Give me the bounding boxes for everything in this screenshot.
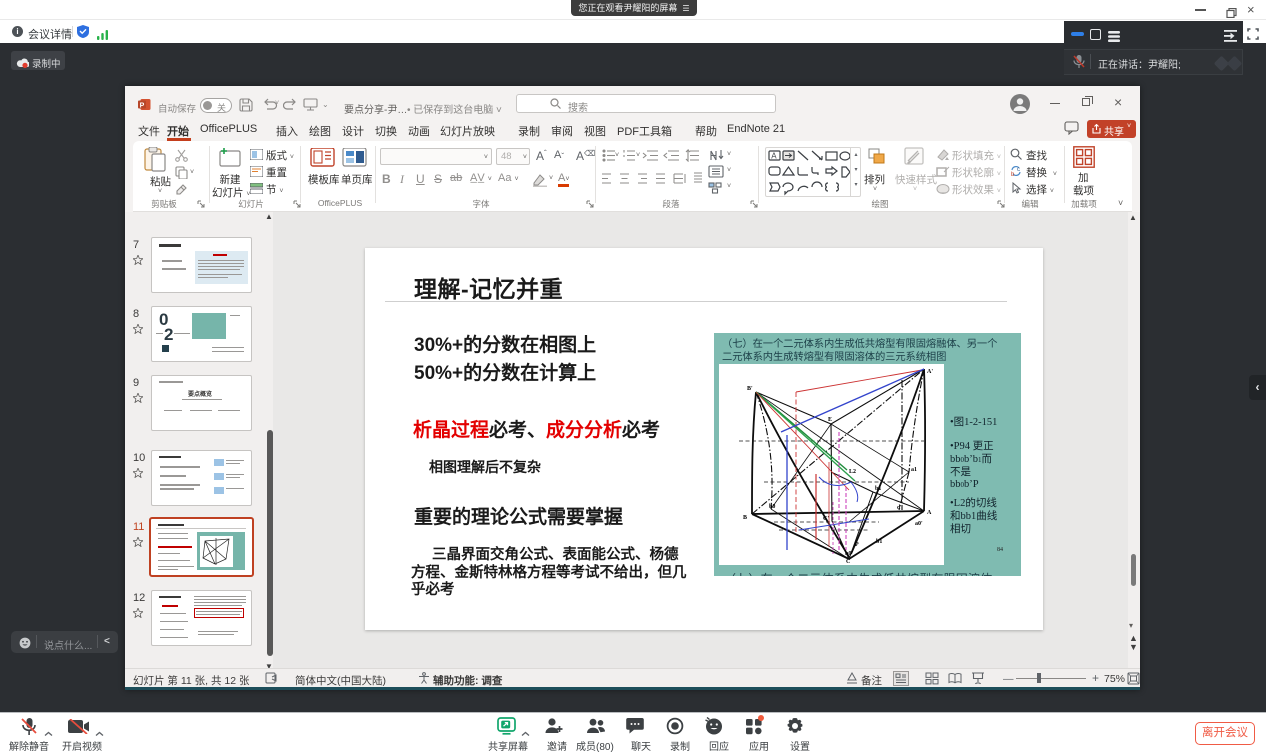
svg-text:E: E [828, 417, 832, 423]
svg-text:A: A [927, 510, 932, 516]
svg-text:B': B' [747, 386, 753, 392]
svg-text:L2: L2 [849, 469, 856, 475]
svg-text:A: A [771, 152, 777, 161]
svg-text:b1: b1 [876, 539, 882, 545]
svg-text:a0': a0' [915, 521, 923, 527]
svg-text:c: c [1017, 167, 1020, 173]
svg-text:b0: b0 [769, 504, 775, 510]
svg-text:b1: b1 [875, 486, 881, 492]
svg-text:A': A' [927, 369, 933, 375]
svg-text:a1: a1 [911, 467, 917, 473]
svg-text:C: C [846, 559, 850, 565]
svg-text:P: P [855, 542, 859, 548]
svg-text:b0': b0' [845, 551, 853, 557]
svg-text:B: B [743, 515, 747, 521]
svg-text:C': C' [823, 516, 829, 522]
svg-text:P: P [140, 102, 145, 109]
